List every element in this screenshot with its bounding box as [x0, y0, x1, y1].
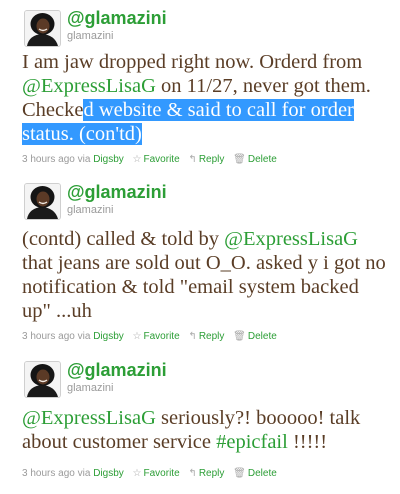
trash-icon: 🗑 [233, 154, 246, 165]
reply-button[interactable]: ↰ Reply [188, 331, 224, 342]
favorite-label: Favorite [143, 154, 180, 165]
tweet: @glamazini glamazini (contd) called & to… [0, 176, 400, 357]
delete-label: Delete [247, 331, 277, 342]
via-prefix: via [77, 154, 91, 165]
avatar[interactable] [24, 361, 61, 398]
reply-label: Reply [198, 154, 225, 165]
tweet-text-segment: !!!!! [287, 431, 328, 453]
timestamp[interactable]: 3 hours ago [22, 154, 75, 165]
reply-button[interactable]: ↰ Reply [188, 154, 224, 165]
mention-link[interactable]: @ExpressLisaG [22, 75, 156, 97]
favorite-label: Favorite [143, 331, 180, 342]
tweet-meta: 3 hours ago via Digsby ☆ Favorite ↰ Reply … [22, 331, 277, 343]
trash-icon: 🗑 [233, 331, 246, 342]
avatar[interactable] [24, 10, 61, 47]
tweet-text: (contd) called & told by @ExpressLisaG t… [22, 227, 392, 323]
reply-arrow-icon: ↰ [188, 468, 197, 479]
real-name: glamazini [67, 382, 114, 394]
tweet-text-segment: I am jaw dropped right now. Orderd from [22, 51, 363, 73]
delete-label: Delete [247, 154, 277, 165]
reply-button[interactable]: ↰ Reply [188, 468, 224, 479]
favorite-button[interactable]: ☆ Favorite [133, 154, 180, 165]
favorite-button[interactable]: ☆ Favorite [133, 331, 180, 342]
trash-icon: 🗑 [233, 468, 246, 479]
screen-name[interactable]: @glamazini [67, 8, 167, 28]
star-outline-icon: ☆ [132, 331, 142, 342]
tweet-meta: 3 hours ago via Digsby ☆ Favorite ↰ Reply … [22, 468, 277, 480]
tweet-text: @ExpressLisaG seriously?! booooo! talk a… [22, 406, 392, 454]
star-outline-icon: ☆ [132, 154, 142, 165]
mention-link[interactable]: @ExpressLisaG [224, 228, 358, 250]
favorite-button[interactable]: ☆ Favorite [133, 468, 180, 479]
via-app-link[interactable]: Digsby [93, 468, 124, 479]
via-app-link[interactable]: Digsby [93, 331, 124, 342]
reply-arrow-icon: ↰ [188, 154, 197, 165]
screen-name[interactable]: @glamazini [67, 360, 167, 380]
real-name: glamazini [67, 30, 114, 42]
favorite-label: Favorite [143, 468, 180, 479]
tweet-text: I am jaw dropped right now. Orderd from … [22, 50, 392, 146]
hashtag-link[interactable]: #epicfail [216, 431, 288, 453]
delete-label: Delete [247, 468, 277, 479]
tweet: @glamazini glamazini @ExpressLisaG serio… [0, 357, 400, 494]
reply-label: Reply [198, 331, 225, 342]
via-prefix: via [77, 468, 91, 479]
tweet-text-segment: that jeans are sold out O_O. asked y i g… [22, 252, 386, 322]
delete-button[interactable]: 🗑 Delete [233, 468, 277, 479]
real-name: glamazini [67, 204, 114, 216]
via-app-link[interactable]: Digsby [93, 154, 124, 165]
avatar[interactable] [24, 183, 61, 220]
timestamp[interactable]: 3 hours ago [22, 468, 75, 479]
tweet: @glamazini glamazini I am jaw dropped ri… [0, 0, 400, 176]
reply-arrow-icon: ↰ [188, 331, 197, 342]
star-outline-icon: ☆ [132, 468, 142, 479]
via-prefix: via [77, 331, 91, 342]
reply-label: Reply [198, 468, 225, 479]
delete-button[interactable]: 🗑 Delete [233, 154, 277, 165]
tweet-meta: 3 hours ago via Digsby ☆ Favorite ↰ Reply … [22, 154, 277, 166]
delete-button[interactable]: 🗑 Delete [233, 331, 277, 342]
mention-link[interactable]: @ExpressLisaG [22, 407, 156, 429]
tweet-text-segment: (contd) called & told by [22, 228, 225, 250]
screen-name[interactable]: @glamazini [67, 182, 167, 202]
timestamp[interactable]: 3 hours ago [22, 331, 75, 342]
